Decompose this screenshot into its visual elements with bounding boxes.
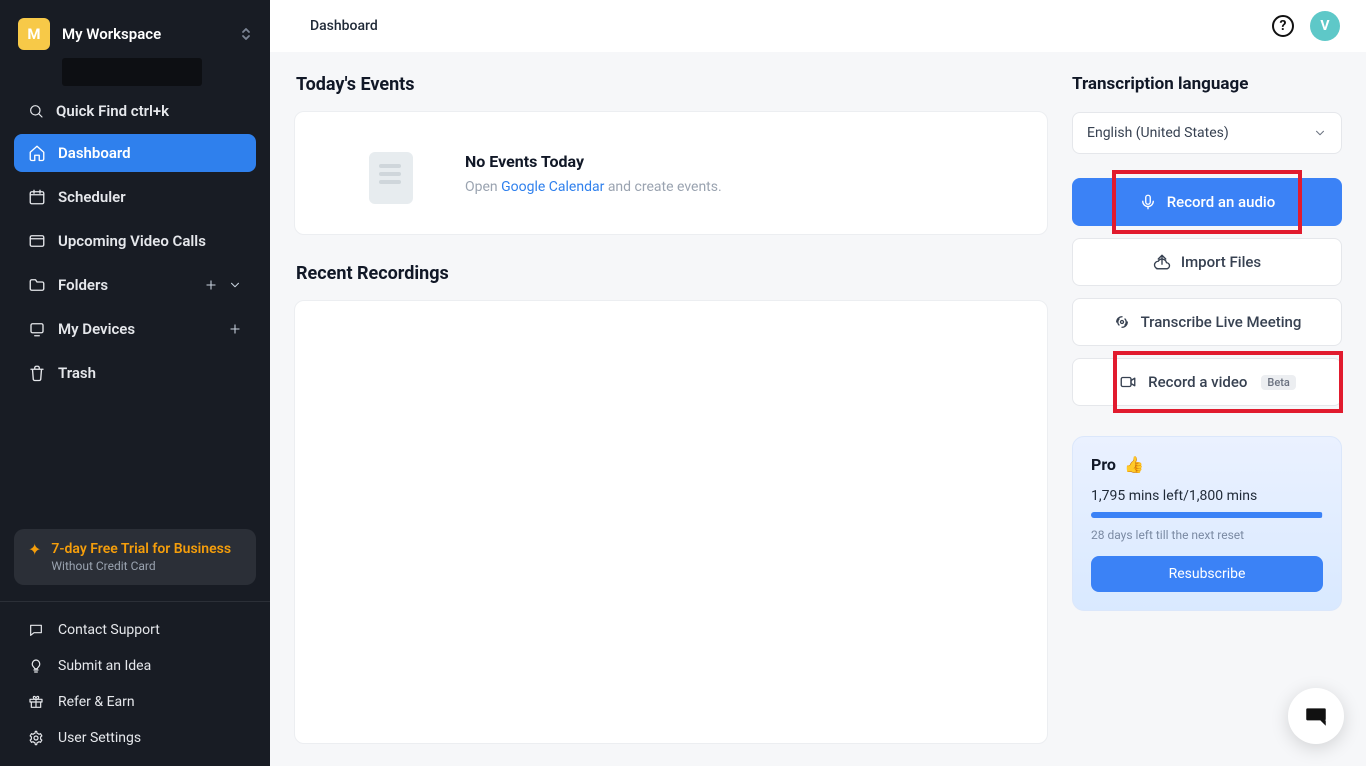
- beta-badge: Beta: [1261, 375, 1295, 390]
- video-icon: [28, 232, 46, 250]
- action-label: Import Files: [1181, 253, 1261, 271]
- pro-mins: 1,795 mins left/1,800 mins: [1091, 488, 1323, 504]
- gear-icon: [28, 730, 46, 746]
- chevron-updown-icon: [240, 26, 252, 42]
- quick-find[interactable]: Quick Find ctrl+k: [0, 90, 270, 134]
- divider: [0, 601, 270, 602]
- footer-label: Contact Support: [58, 622, 160, 638]
- workspace-email-redacted: [62, 58, 202, 86]
- quick-find-label: Quick Find ctrl+k: [56, 102, 169, 120]
- transcribe-live-button[interactable]: Transcribe Live Meeting: [1072, 298, 1342, 346]
- search-icon: [28, 103, 44, 119]
- record-audio-button[interactable]: Record an audio: [1072, 178, 1342, 226]
- import-files-button[interactable]: Import Files: [1072, 238, 1342, 286]
- workspace-name: My Workspace: [62, 25, 161, 43]
- events-headline: No Events Today: [465, 152, 722, 171]
- chevron-down-icon[interactable]: [228, 278, 242, 292]
- trial-subtitle: Without Credit Card: [51, 559, 231, 573]
- minutes-progress: [1091, 512, 1323, 518]
- workspace-avatar: M: [18, 18, 50, 50]
- add-device-icon[interactable]: [228, 322, 242, 336]
- sidebar-item-scheduler[interactable]: Scheduler: [14, 178, 256, 216]
- pro-card: Pro 👍 1,795 mins left/1,800 mins 28 days…: [1072, 436, 1342, 611]
- sidebar-label: Upcoming Video Calls: [58, 232, 242, 250]
- resubscribe-button[interactable]: Resubscribe: [1091, 556, 1323, 592]
- chat-fab[interactable]: [1288, 688, 1344, 744]
- sidebar-item-upcoming[interactable]: Upcoming Video Calls: [14, 222, 256, 260]
- language-selected: English (United States): [1087, 125, 1229, 141]
- page-title: Dashboard: [310, 18, 378, 34]
- devices-icon: [28, 320, 46, 338]
- sidebar-item-dashboard[interactable]: Dashboard: [14, 134, 256, 172]
- workspace-switcher[interactable]: M My Workspace: [0, 0, 270, 56]
- sparkle-icon: ✦: [28, 541, 41, 559]
- action-label: Transcribe Live Meeting: [1141, 313, 1302, 331]
- footer-item-idea[interactable]: Submit an Idea: [14, 648, 256, 684]
- folder-icon: [28, 276, 46, 294]
- home-icon: [28, 144, 46, 162]
- user-avatar[interactable]: V: [1310, 11, 1340, 41]
- sidebar-label: My Devices: [58, 320, 228, 338]
- footer-item-contact[interactable]: Contact Support: [14, 612, 256, 648]
- chevron-down-icon: [1313, 126, 1327, 140]
- sidebar-label: Dashboard: [58, 144, 242, 162]
- mic-icon: [1139, 193, 1157, 211]
- sidebar-item-folders[interactable]: Folders: [14, 266, 256, 304]
- broadcast-icon: [1113, 313, 1131, 331]
- sidebar-item-devices[interactable]: My Devices: [14, 310, 256, 348]
- recordings-section-title: Recent Recordings: [296, 263, 1048, 284]
- action-label: Record a video: [1148, 373, 1247, 391]
- chat-bubble-icon: [1303, 703, 1329, 729]
- sidebar-item-trash[interactable]: Trash: [14, 354, 256, 392]
- footer-label: User Settings: [58, 730, 141, 746]
- footer-item-refer[interactable]: Refer & Earn: [14, 684, 256, 720]
- calendar-icon: [28, 188, 46, 206]
- google-calendar-link[interactable]: Google Calendar: [501, 179, 604, 195]
- camera-icon: [1118, 373, 1138, 391]
- bulb-icon: [28, 658, 46, 674]
- sidebar: M My Workspace Quick Find ctrl+k Dashboa…: [0, 0, 270, 766]
- events-card: No Events Today Open Google Calendar and…: [294, 111, 1048, 235]
- recordings-card: [294, 300, 1048, 744]
- sidebar-label: Trash: [58, 364, 242, 382]
- topbar: Dashboard ? V: [270, 0, 1366, 52]
- pro-title: Pro: [1091, 455, 1116, 474]
- record-video-button[interactable]: Record a video Beta: [1072, 358, 1342, 406]
- pro-days: 28 days left till the next reset: [1091, 528, 1323, 542]
- upload-icon: [1153, 253, 1171, 271]
- footer-label: Submit an Idea: [58, 658, 151, 674]
- footer-label: Refer & Earn: [58, 694, 135, 710]
- help-button[interactable]: ?: [1272, 15, 1294, 37]
- sidebar-label: Scheduler: [58, 188, 242, 206]
- footer-item-settings[interactable]: User Settings: [14, 720, 256, 756]
- main: Dashboard ? V Today's Events No Events T…: [270, 0, 1366, 766]
- gift-icon: [28, 694, 46, 710]
- add-folder-icon[interactable]: [204, 278, 218, 292]
- trial-banner[interactable]: ✦ 7-day Free Trial for Business Without …: [14, 529, 256, 585]
- thumbs-up-icon: 👍: [1124, 455, 1144, 474]
- chat-icon: [28, 622, 46, 638]
- trash-icon: [28, 364, 46, 382]
- action-label: Record an audio: [1167, 193, 1276, 211]
- language-select[interactable]: English (United States): [1072, 112, 1342, 154]
- events-illustration: [349, 140, 429, 206]
- trial-title: 7-day Free Trial for Business: [51, 541, 231, 557]
- events-description: Open Google Calendar and create events.: [465, 179, 722, 195]
- lang-section-title: Transcription language: [1072, 74, 1342, 94]
- events-section-title: Today's Events: [296, 74, 1048, 95]
- sidebar-label: Folders: [58, 276, 204, 294]
